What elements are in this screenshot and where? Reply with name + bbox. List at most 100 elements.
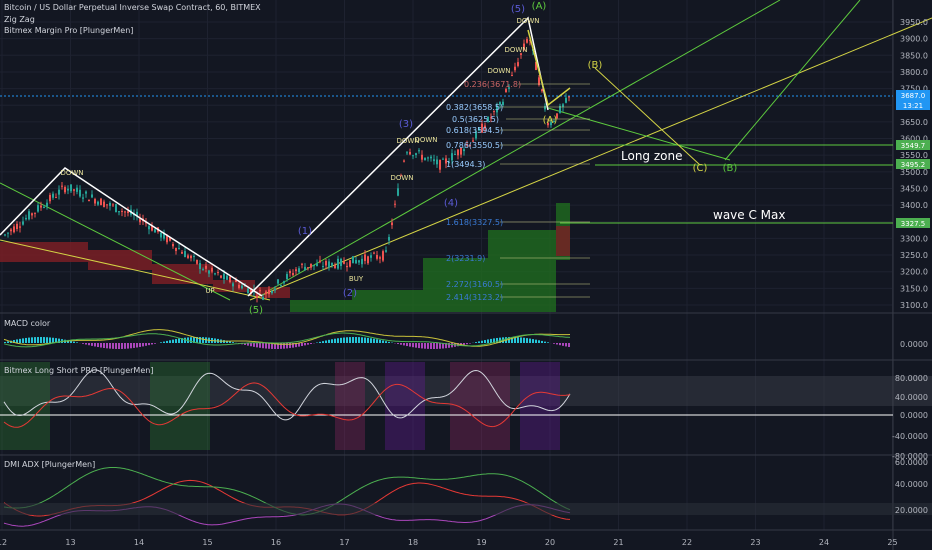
macd-histogram-bar xyxy=(409,343,411,347)
signal-label: UP xyxy=(205,287,214,295)
candle-body xyxy=(319,260,321,263)
signal-label: DOWN xyxy=(516,17,539,25)
candle-body xyxy=(286,273,288,280)
chart-title: Bitcoin / US Dollar Perpetual Inverse Sw… xyxy=(4,3,261,12)
fib-level-label: 2.414(3123.2) xyxy=(446,293,503,302)
time-axis-label: 14 xyxy=(134,538,144,547)
candle-body xyxy=(373,252,375,254)
price-axis-label: 3400.0 xyxy=(900,201,928,210)
dmi-pane-title[interactable]: DMI ADX [PlungerMen] xyxy=(4,460,95,469)
macd-histogram-bar xyxy=(418,343,420,349)
price-tag-label: 13:21 xyxy=(903,102,923,110)
candle-body xyxy=(61,185,63,187)
candle-body xyxy=(103,201,105,207)
candle-body xyxy=(112,204,114,206)
candle-body xyxy=(4,234,6,236)
signal-label: DOWN xyxy=(414,136,437,144)
candle-body xyxy=(307,267,309,269)
wave-label: (2) xyxy=(343,288,357,299)
macd-histogram-bar xyxy=(325,340,327,343)
macd-histogram-bar xyxy=(547,342,549,343)
candle-body xyxy=(16,223,18,230)
candle-body xyxy=(223,273,225,280)
price-axis-label: 3650.0 xyxy=(900,118,928,127)
candle-body xyxy=(409,152,411,155)
candle-body xyxy=(172,243,174,247)
macd-histogram-bar xyxy=(337,338,339,343)
macd-histogram-bar xyxy=(106,343,108,349)
macd-histogram-bar xyxy=(265,343,267,349)
signal-label: DOWN xyxy=(60,169,83,177)
wave-label: (B) xyxy=(723,163,738,174)
candle-body xyxy=(238,284,240,288)
candle-body xyxy=(97,201,99,205)
macd-histogram-bar xyxy=(166,340,168,343)
candle-body xyxy=(256,295,258,298)
candle-body xyxy=(301,263,303,265)
macd-histogram-bar xyxy=(526,338,528,343)
candle-body xyxy=(70,184,72,192)
macd-histogram-bar xyxy=(379,339,381,343)
candle-body xyxy=(295,269,297,272)
price-tag-label: 3495.2 xyxy=(901,161,926,169)
candle-body xyxy=(427,157,429,159)
candle-body xyxy=(280,285,282,287)
macd-histogram-bar xyxy=(478,341,480,343)
candle-body xyxy=(25,217,27,220)
fib-level-label: 0.382(3658.5) xyxy=(446,103,503,112)
macd-pane-title[interactable]: MACD color xyxy=(4,319,50,328)
indicator-margin-pro-label[interactable]: Bitmex Margin Pro [PlungerMen] xyxy=(4,26,133,35)
macd-histogram-bar xyxy=(229,341,231,343)
candle-body xyxy=(421,154,423,160)
macd-histogram-bar xyxy=(232,342,234,343)
candle-body xyxy=(265,291,267,295)
time-axis-label: 17 xyxy=(339,538,349,547)
candle-body xyxy=(220,275,222,278)
candle-body xyxy=(124,211,126,213)
macd-histogram-bar xyxy=(358,337,360,343)
candle-body xyxy=(268,289,270,295)
candle-body xyxy=(562,104,564,107)
price-axis-label: 3150.0 xyxy=(900,284,928,293)
macd-histogram-bar xyxy=(349,337,351,343)
candle-body xyxy=(457,149,459,156)
candle-body xyxy=(202,269,204,271)
price-axis-label: 3200.0 xyxy=(900,268,928,277)
ls-axis-label: 0.0000 xyxy=(900,411,928,420)
macd-histogram-bar xyxy=(133,343,135,348)
macd-histogram-bar xyxy=(328,339,330,343)
candle-body xyxy=(412,155,414,157)
macd-histogram-bar xyxy=(148,343,150,346)
macd-histogram-bar xyxy=(343,337,345,343)
macd-histogram-bar xyxy=(331,339,333,343)
chart-canvas[interactable]: 0.236(3671.8) 0.382(3658.5) 0.5(3625.5) 0.6… xyxy=(0,0,932,550)
candle-body xyxy=(259,290,261,292)
fib-level-label: 0.236(3671.8) xyxy=(464,80,521,89)
macd-histogram-bar xyxy=(202,337,204,343)
fib-level-label: 0.618(3594.5) xyxy=(446,126,503,135)
macd-histogram-bar xyxy=(163,341,165,343)
macd-histogram-bar xyxy=(400,343,402,345)
candle-body xyxy=(64,187,66,193)
candle-body xyxy=(343,261,345,264)
candle-body xyxy=(115,204,117,213)
macd-histogram-bar xyxy=(253,343,255,347)
red-zone xyxy=(0,242,88,262)
macd-histogram-bar xyxy=(85,343,87,345)
candle-body xyxy=(181,251,183,254)
ls-axis-label: -40.0000 xyxy=(892,432,928,441)
macd-axis-label: 0.0000 xyxy=(900,340,928,349)
fib-level-label: 2(3231.9) xyxy=(446,254,485,263)
long-short-pane-title[interactable]: Bitmex Long Short PRO [PlungerMen] xyxy=(4,366,153,375)
candle-body xyxy=(298,268,300,273)
candle-body xyxy=(415,153,417,155)
price-axis-label: 3300.0 xyxy=(900,234,928,243)
macd-histogram-bar xyxy=(70,340,72,343)
macd-histogram-bar xyxy=(535,339,537,343)
candle-body xyxy=(355,259,357,264)
macd-histogram-bar xyxy=(88,343,90,346)
indicator-zigzag-label[interactable]: Zig Zag xyxy=(4,15,35,24)
dmi-band xyxy=(0,503,932,515)
candle-body xyxy=(568,96,570,98)
candle-body xyxy=(205,265,207,269)
